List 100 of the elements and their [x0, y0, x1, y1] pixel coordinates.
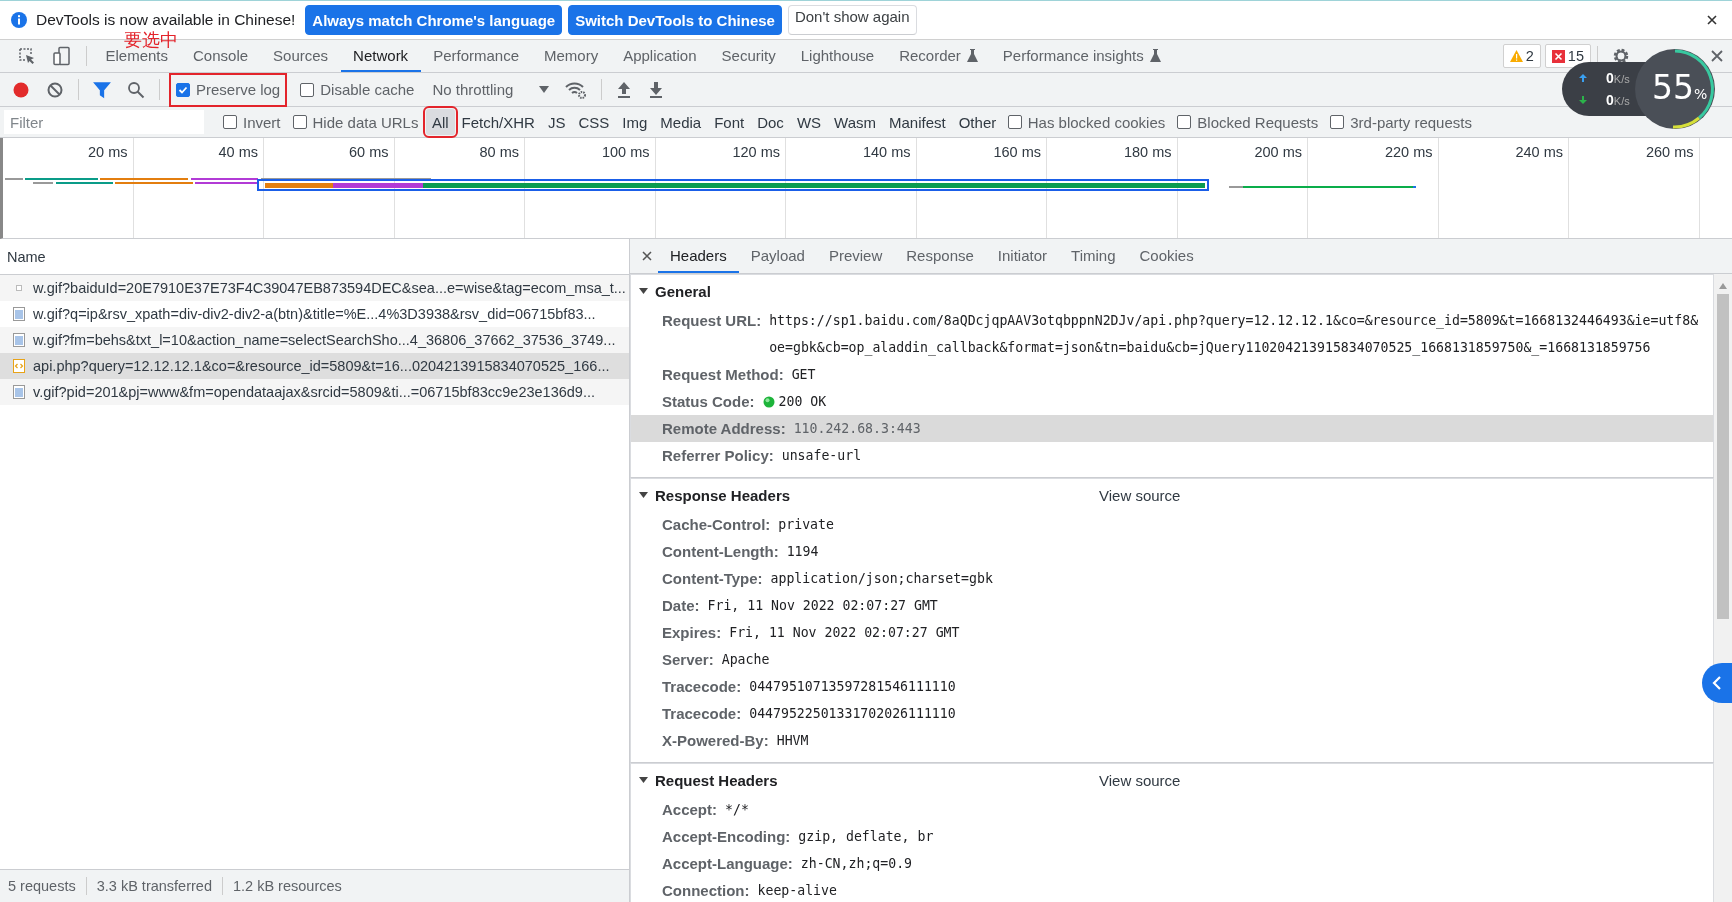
type-filter-button[interactable]: WS [790, 109, 828, 135]
filter-field[interactable]: Filter [4, 110, 204, 134]
type-filter-button[interactable]: CSS [572, 109, 616, 135]
panel-tab[interactable]: Recorder [886, 40, 991, 72]
header-name: Request Method: [662, 365, 784, 385]
checkbox-option[interactable]: Blocked Requests [1172, 109, 1326, 135]
panel-tab[interactable]: Performance [420, 40, 532, 72]
download-arrow-icon [1578, 95, 1588, 105]
detail-tab[interactable]: Payload [738, 239, 817, 273]
checkbox-option[interactable]: Invert [218, 109, 288, 135]
time-tick-label: 200 ms [1254, 144, 1302, 160]
header-name: Accept: [662, 800, 717, 820]
header-name: Server: [662, 650, 714, 670]
time-tick-label: 240 ms [1515, 144, 1563, 160]
request-row[interactable]: v.gif?pid=201&pj=www&fm=opendataajax&srcid=5809&ti...=06715bf83cc9e23e136d9... [0, 379, 629, 405]
time-tick-label: 60 ms [349, 144, 389, 160]
close-icon[interactable] [642, 251, 652, 261]
type-filter-button[interactable]: Fetch/XHR [455, 109, 541, 135]
checkbox[interactable] [1330, 115, 1345, 129]
info-button[interactable]: Always match Chrome's language [305, 5, 563, 35]
checkbox-option[interactable]: Disable cache [294, 73, 421, 106]
checkbox[interactable] [223, 115, 237, 129]
status-dot-icon [762, 396, 775, 408]
upload-icon[interactable] [616, 80, 633, 99]
expand-triangle-icon[interactable] [639, 490, 649, 500]
type-filter-button[interactable]: Wasm [828, 109, 882, 135]
checkbox[interactable] [292, 115, 307, 129]
section-title[interactable]: Request Headers [655, 771, 778, 789]
checkbox[interactable] [300, 82, 315, 97]
type-filter-button[interactable]: Manifest [883, 109, 952, 135]
type-filter-button[interactable]: Img [616, 109, 654, 135]
header-value: zh-CN,zh;q=0.9 [800, 855, 912, 873]
time-tick-label: 180 ms [1123, 144, 1172, 160]
detail-tab[interactable]: Initiator [985, 239, 1060, 273]
device-icon[interactable] [52, 46, 72, 66]
settings-icon[interactable] [1612, 47, 1630, 65]
type-filter-button[interactable]: Media [654, 109, 708, 135]
panel-tab[interactable]: Memory [531, 40, 611, 72]
download-icon[interactable] [648, 80, 665, 99]
record-icon[interactable] [12, 80, 30, 99]
panel-tab[interactable]: Sources [260, 40, 341, 72]
checkbox-option[interactable]: Has blocked cookies [1002, 109, 1173, 135]
detail-tab[interactable]: Response [894, 239, 986, 273]
clear-icon[interactable] [46, 80, 64, 99]
expand-triangle-icon[interactable] [639, 775, 649, 785]
search-icon[interactable] [127, 80, 145, 99]
info-button[interactable]: Switch DevTools to Chinese [568, 5, 782, 35]
request-row[interactable]: api.php?query=12.12.12.1&co=&resource_id=5809&t=16...0204213915834070525_166... [0, 353, 629, 379]
header-value: Fri, 11 Nov 2022 02:07:27 GMT [729, 624, 960, 642]
view-source-link[interactable]: View source [1099, 771, 1181, 789]
panel-tab[interactable]: Application [610, 40, 710, 72]
expand-triangle-icon[interactable] [639, 286, 649, 296]
request-name: w.gif?baiduId=20E7910E37E73F4C39047EB873594DEC&sea...e=wise&tag=ecom_msa_t... [33, 280, 626, 296]
request-name: api.php?query=12.12.12.1&co=&resource_id=5809&t=16...0204213915834070525_166... [33, 358, 610, 374]
info-message: DevTools is now available in Chinese! [36, 11, 296, 29]
panel-tab[interactable]: Performance insights [990, 40, 1174, 72]
network-conditions-icon[interactable] [565, 80, 588, 99]
type-filter-button[interactable]: Doc [751, 109, 790, 135]
error-count-badge[interactable]: 15 [1544, 44, 1591, 68]
time-tick-label: 220 ms [1384, 144, 1433, 160]
checkbox-option[interactable]: Hide data URLs [287, 109, 426, 135]
section-title[interactable]: Response Headers [655, 486, 791, 504]
time-tick-label: 120 ms [732, 144, 780, 160]
close-icon[interactable] [1706, 14, 1718, 26]
filter-icon[interactable] [93, 80, 111, 99]
throttling-dropdown[interactable]: No throttling [424, 81, 558, 98]
request-row[interactable]: w.gif?q=ip&rsv_xpath=div-div2-div2-a(btn)&title=%E...4%3D3938&rsv_did=06715bf83... [0, 301, 629, 327]
header-value: 1194 [786, 543, 819, 561]
usage-percent: 55% [1652, 68, 1708, 107]
status-text: 5 requests [8, 878, 76, 894]
panel-tab[interactable]: Console [180, 40, 261, 72]
checkbox[interactable] [1177, 115, 1192, 129]
info-button[interactable]: Don't show again [787, 5, 917, 35]
checkbox[interactable] [176, 82, 190, 97]
type-filter-button[interactable]: JS [541, 109, 572, 135]
close-icon[interactable] [1710, 49, 1724, 63]
checkbox[interactable] [1007, 115, 1022, 129]
request-row[interactable]: w.gif?fm=behs&txt_l=10&action_name=selectSearchSho...4_36806_37662_37536_3749... [0, 327, 629, 353]
warning-count: 2 [1525, 48, 1534, 64]
header-value: 110.242.68.3:443 [793, 420, 921, 438]
scrollbar[interactable] [1714, 274, 1732, 902]
warning-count-badge[interactable]: 2 [1502, 44, 1541, 68]
inspect-icon[interactable] [18, 47, 36, 65]
flask-icon [966, 48, 978, 62]
checkbox-option[interactable]: Preserve log [170, 73, 287, 106]
header-value: 200 OK [778, 393, 827, 411]
detail-tab[interactable]: Preview [816, 239, 895, 273]
error-count: 15 [1567, 48, 1584, 64]
detail-tab[interactable]: Timing [1059, 239, 1128, 273]
header-value: Fri, 11 Nov 2022 02:07:27 GMT [707, 597, 938, 615]
type-filter-button[interactable]: Other [952, 109, 1003, 135]
request-row[interactable]: w.gif?baiduId=20E7910E37E73F4C39047EB873594DEC&sea...e=wise&tag=ecom_msa_t... [0, 275, 629, 301]
type-filter-button[interactable]: All [425, 109, 455, 135]
detail-tab[interactable]: Cookies [1127, 239, 1206, 273]
type-filter-button[interactable]: Font [708, 109, 751, 135]
panel-tab[interactable]: Security [709, 40, 789, 72]
checkbox-option[interactable]: 3rd-party requests [1325, 109, 1479, 135]
panel-tab[interactable]: Lighthouse [788, 40, 887, 72]
section-title[interactable]: General [655, 282, 711, 300]
view-source-link[interactable]: View source [1099, 486, 1181, 504]
